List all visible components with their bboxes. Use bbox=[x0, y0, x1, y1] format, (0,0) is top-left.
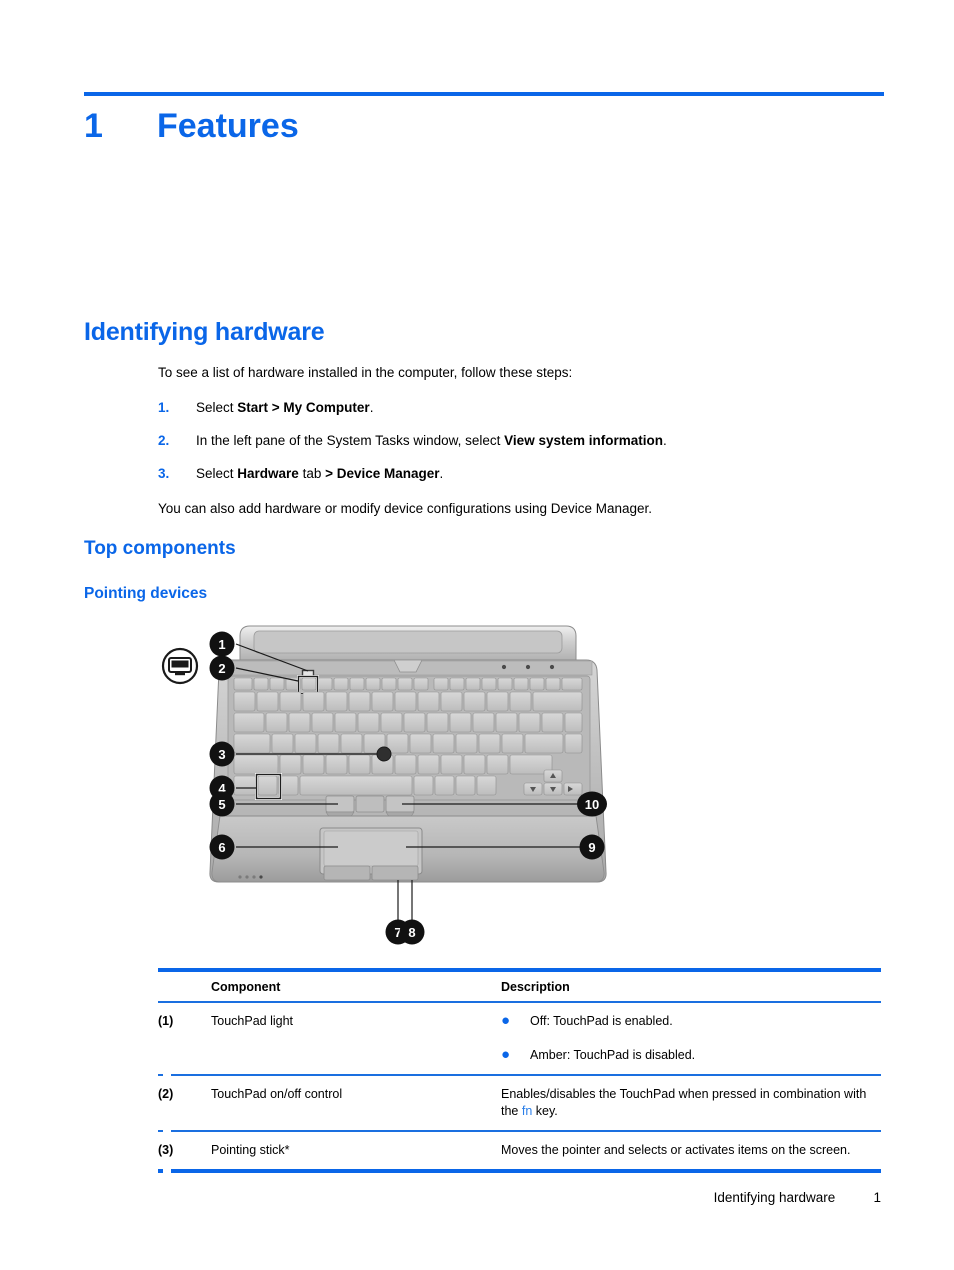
svg-text:3: 3 bbox=[218, 747, 225, 762]
svg-text:5: 5 bbox=[218, 797, 225, 812]
svg-text:2: 2 bbox=[218, 661, 225, 676]
svg-text:10: 10 bbox=[585, 797, 599, 812]
step-text-prefix: In the left pane of the System Tasks win… bbox=[196, 433, 505, 448]
keyboard-qwerty-row bbox=[233, 712, 583, 733]
status-light bbox=[549, 664, 555, 670]
row-description: ● Off: TouchPad is enabled. ● Amber: Tou… bbox=[501, 1013, 881, 1064]
svg-text:9: 9 bbox=[588, 840, 595, 855]
desc-post: key. bbox=[532, 1104, 558, 1118]
chapter-number: 1 bbox=[84, 107, 103, 145]
keyboard-bottom-row bbox=[233, 754, 553, 775]
step-text-prefix: Select bbox=[196, 466, 238, 481]
step-text: Select Start > My Computer. bbox=[196, 399, 878, 417]
keyboard-home-row bbox=[233, 733, 583, 754]
bullet-icon: ● bbox=[501, 1046, 511, 1063]
row-component: TouchPad light bbox=[211, 1014, 294, 1028]
step-text: Select Hardware tab > Device Manager. bbox=[196, 465, 878, 483]
step-text: In the left pane of the System Tasks win… bbox=[196, 432, 878, 450]
section-heading-identifying-hardware: Identifying hardware bbox=[84, 318, 325, 346]
section-heading-top-components: Top components bbox=[84, 538, 236, 559]
column-header-component: Component bbox=[211, 980, 281, 994]
outro-paragraph: You can also add hardware or modify devi… bbox=[158, 501, 653, 516]
svg-text:1: 1 bbox=[218, 637, 225, 652]
touchpad-surface bbox=[323, 830, 419, 867]
step-number: 1. bbox=[158, 400, 170, 415]
list-item: ● Amber: TouchPad is disabled. bbox=[501, 1047, 881, 1064]
row-component: Pointing stick* bbox=[211, 1143, 290, 1157]
step-text-suffix: . bbox=[662, 433, 667, 448]
row-number: (1) bbox=[158, 1014, 174, 1028]
table-row: (1) TouchPad light ● Off: TouchPad is en… bbox=[158, 1003, 881, 1074]
step-number: 2. bbox=[158, 433, 170, 448]
list-item: 2. In the left pane of the System Tasks … bbox=[158, 432, 878, 465]
display-icon bbox=[161, 647, 199, 685]
row-number: (2) bbox=[158, 1087, 174, 1101]
svg-text:6: 6 bbox=[218, 840, 225, 855]
step-text-bold: Start > My Computer bbox=[237, 400, 370, 415]
pointing-stick-center-button bbox=[355, 795, 385, 813]
steps-list: 1. Select Start > My Computer. 2. In the… bbox=[158, 399, 878, 498]
document-page: 1 Features Identifying hardware To see a… bbox=[0, 0, 954, 1270]
table-row-rule bbox=[158, 1074, 881, 1076]
step-text-bold: Hardware bbox=[237, 466, 299, 481]
bullet-text: Off: TouchPad is enabled. bbox=[530, 1014, 673, 1028]
callout-6: 6 bbox=[209, 834, 235, 860]
fn-key-label: fn bbox=[521, 1104, 533, 1118]
section-heading-pointing-devices: Pointing devices bbox=[84, 585, 208, 602]
table-row: (2) TouchPad on/off control Enables/disa… bbox=[158, 1076, 881, 1130]
list-item: 3. Select Hardware tab > Device Manager. bbox=[158, 465, 878, 498]
footer-page-number: 1 bbox=[873, 1190, 881, 1205]
lid-inner bbox=[253, 630, 563, 654]
row-description: Moves the pointer and selects or activat… bbox=[501, 1143, 851, 1157]
function-key-row bbox=[233, 677, 583, 691]
intro-paragraph: To see a list of hardware installed in t… bbox=[158, 365, 573, 380]
callout-9: 9 bbox=[579, 834, 605, 860]
status-light bbox=[525, 664, 531, 670]
front-indicator bbox=[245, 875, 249, 879]
laptop-diagram-svg: 1 2 3 4 5 6 7 8 9 10 bbox=[161, 625, 607, 945]
chapter-header: 1 Features bbox=[84, 100, 884, 152]
front-indicator bbox=[238, 875, 242, 879]
step-text-suffix: . bbox=[439, 466, 444, 481]
pointing-stick bbox=[376, 746, 392, 762]
footer-label: Identifying hardware bbox=[713, 1190, 836, 1205]
list-item: 1. Select Start > My Computer. bbox=[158, 399, 878, 432]
keyboard-number-row bbox=[233, 691, 583, 712]
page-footer: Identifying hardware 1 bbox=[158, 1190, 881, 1205]
row-component: TouchPad on/off control bbox=[211, 1087, 343, 1101]
callout-3: 3 bbox=[209, 741, 235, 767]
step-text-bold: View system information bbox=[504, 433, 663, 448]
row-number: (3) bbox=[158, 1143, 174, 1157]
step-number: 3. bbox=[158, 466, 170, 481]
step-text-suffix: . bbox=[369, 400, 374, 415]
step-text-mid: tab bbox=[298, 466, 326, 481]
svg-text:8: 8 bbox=[408, 925, 415, 940]
table-row: (3) Pointing stick* Moves the pointer an… bbox=[158, 1132, 881, 1169]
step-text-bold-2: > Device Manager bbox=[325, 466, 440, 481]
front-indicator bbox=[252, 875, 256, 879]
callout-1: 1 bbox=[209, 631, 235, 657]
callout-5: 5 bbox=[209, 791, 235, 817]
touchpad-right-button bbox=[371, 865, 419, 881]
row-description: Enables/disables the TouchPad when press… bbox=[501, 1086, 881, 1120]
table-bottom-rule bbox=[158, 1169, 881, 1173]
table-row-rule bbox=[158, 1130, 881, 1132]
front-indicator bbox=[259, 875, 263, 879]
bullet-text: Amber: TouchPad is disabled. bbox=[530, 1048, 696, 1062]
components-table: Component Description (1) TouchPad light… bbox=[158, 968, 881, 1173]
column-header-description: Description bbox=[501, 980, 570, 994]
callout-8: 8 bbox=[399, 919, 425, 945]
bullet-icon: ● bbox=[501, 1012, 511, 1029]
table-header-row: Component Description bbox=[158, 972, 881, 1001]
chapter-rule bbox=[84, 92, 884, 96]
step-text-prefix: Select bbox=[196, 400, 238, 415]
status-light bbox=[501, 664, 507, 670]
laptop-top-view-figure: 1 2 3 4 5 6 7 8 9 10 bbox=[158, 620, 658, 960]
callout-2: 2 bbox=[209, 655, 235, 681]
chapter-title: Features bbox=[157, 107, 299, 145]
touchpad-left-button bbox=[323, 865, 371, 881]
list-item: ● Off: TouchPad is enabled. bbox=[501, 1013, 881, 1030]
callout-10: 10 bbox=[577, 791, 607, 817]
